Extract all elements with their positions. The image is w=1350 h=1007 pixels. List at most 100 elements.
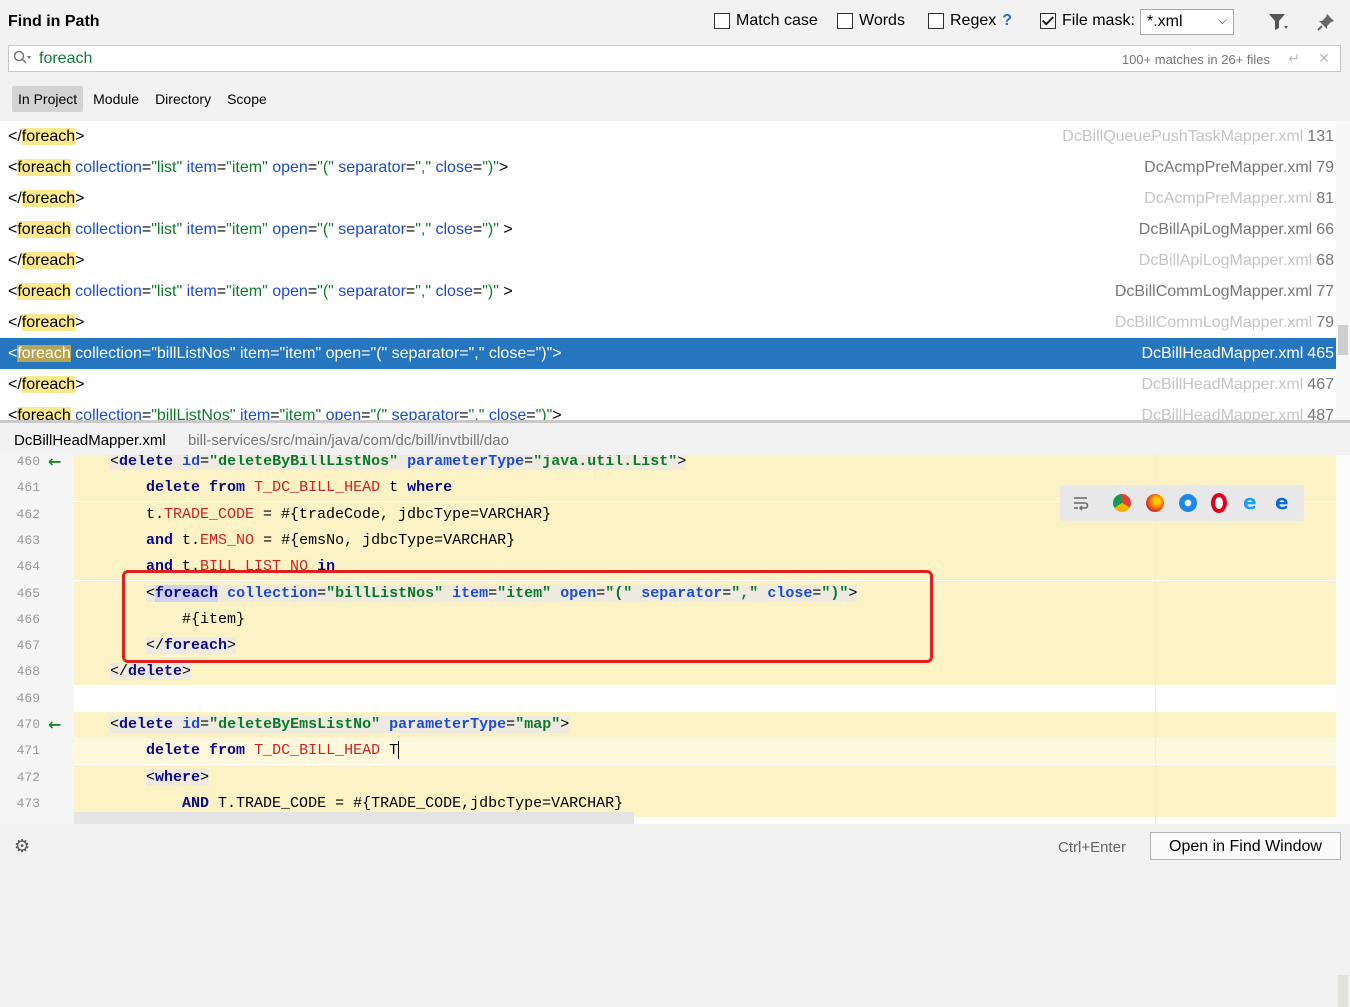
safari-icon[interactable]: [1179, 494, 1197, 512]
filter-icon[interactable]: [1268, 12, 1290, 37]
attr-value: "(": [370, 345, 388, 362]
match-highlight: foreach: [17, 283, 71, 300]
result-row[interactable]: <foreach collection="billListNos" item="…: [0, 400, 1336, 420]
search-icon[interactable]: [13, 50, 33, 69]
results-scrollbar[interactable]: [1336, 121, 1350, 420]
clear-icon[interactable]: ✕: [1318, 50, 1330, 67]
line-highlight: [74, 659, 1350, 686]
wrap-icon[interactable]: [1072, 494, 1090, 512]
line-number: 473: [16, 795, 40, 811]
regex-help-link[interactable]: ?: [1002, 12, 1012, 30]
attr-value: "list": [151, 221, 183, 238]
opera-icon[interactable]: [1211, 493, 1227, 513]
code-text: t.TRADE_CODE = #{tradeCode, jdbcType=VAR…: [74, 505, 552, 523]
code-line[interactable]: 468 </delete>: [0, 659, 1350, 686]
result-location: DcBillHeadMapper.xml 467: [1141, 369, 1334, 400]
editor-scrollbar[interactable]: [1336, 455, 1350, 1007]
line-highlight: [74, 764, 1350, 791]
attr-name: open: [272, 221, 308, 238]
words-checkbox[interactable]: [837, 13, 853, 29]
tab-scope[interactable]: Scope: [221, 86, 273, 112]
result-file-name: DcAcmpPreMapper.xml: [1144, 159, 1313, 176]
match-highlight: foreach: [21, 376, 76, 393]
code-line[interactable]: 463 and t.EMS_NO = #{emsNo, jdbcType=VAR…: [0, 527, 1350, 554]
result-line-number: 131: [1307, 128, 1334, 145]
result-row[interactable]: </foreach> DcAcmpPreMapper.xml 81: [0, 183, 1336, 214]
code-line[interactable]: 471 delete from T_DC_BILL_HEAD T: [0, 738, 1350, 765]
result-line-number: 465: [1307, 345, 1334, 362]
line-number: 464: [16, 559, 40, 575]
result-row[interactable]: </foreach> DcBillHeadMapper.xml 467: [0, 369, 1336, 400]
pin-icon[interactable]: [1316, 12, 1336, 37]
result-row[interactable]: </foreach> DcBillQueuePushTaskMapper.xml 1…: [0, 121, 1336, 152]
result-code: <foreach collection="list" item="item" o…: [8, 221, 513, 238]
gear-icon[interactable]: ⚙: [14, 836, 30, 857]
file-mask-option[interactable]: File mask:: [1040, 12, 1135, 30]
new-line-icon[interactable]: ↵: [1288, 50, 1300, 67]
footer-bar: ⚙ Ctrl+Enter Open in Find Window: [0, 824, 1350, 869]
tab-directory[interactable]: Directory: [149, 86, 217, 112]
result-file-name: DcBillApiLogMapper.xml: [1138, 252, 1313, 269]
result-row[interactable]: <foreach collection="list" item="item" o…: [0, 152, 1336, 183]
open-in-find-window-button[interactable]: Open in Find Window: [1150, 832, 1341, 860]
attr-name: open: [272, 283, 308, 300]
code-text: </delete>: [110, 663, 192, 681]
match-case-option[interactable]: Match case: [714, 12, 818, 30]
code-text: <delete id="deleteByEmsListNo" parameter…: [110, 716, 570, 733]
result-row[interactable]: <foreach collection="list" item="item" o…: [0, 276, 1336, 307]
attr-name: separator: [391, 407, 460, 420]
result-row[interactable]: </foreach> DcBillApiLogMapper.xml 68: [0, 245, 1336, 276]
line-number: 461: [16, 480, 40, 496]
attr-name: open: [272, 159, 308, 176]
code-text: <delete id="deleteByBillListNos" paramet…: [110, 455, 687, 470]
attr-value: "item": [279, 345, 322, 362]
shortcut-hint: Ctrl+Enter: [1058, 839, 1126, 856]
attr-name: collection: [75, 159, 142, 176]
attr-value: "item": [226, 159, 268, 176]
match-highlight: foreach: [17, 221, 71, 238]
results-scrollbar-thumb[interactable]: [1338, 325, 1348, 355]
implementation-arrow-icon[interactable]: ←: [48, 455, 61, 475]
search-input[interactable]: foreach: [39, 50, 92, 68]
result-location: DcBillQueuePushTaskMapper.xml 131: [1062, 121, 1334, 152]
firefox-icon[interactable]: [1146, 494, 1164, 512]
line-number: 472: [16, 769, 40, 785]
edge-icon[interactable]: e: [1275, 490, 1289, 514]
match-case-checkbox[interactable]: [714, 13, 730, 29]
attr-value: "(": [317, 159, 334, 176]
code-line[interactable]: 472 <where>: [0, 764, 1350, 791]
editor-scrollbar-thumb[interactable]: [1338, 975, 1348, 1007]
attr-value: ",": [415, 159, 432, 176]
chrome-icon[interactable]: [1113, 494, 1131, 512]
editor-horizontal-scrollbar[interactable]: [74, 812, 634, 824]
result-location: DcAcmpPreMapper.xml 81: [1144, 183, 1334, 214]
code-line[interactable]: 469: [0, 686, 1350, 712]
tab-in-project[interactable]: In Project: [12, 86, 84, 112]
file-mask-checkbox[interactable]: [1040, 13, 1056, 29]
result-file-name: DcAcmpPreMapper.xml: [1144, 190, 1313, 207]
result-location: DcBillCommLogMapper.xml 77: [1115, 276, 1334, 307]
result-file-name: DcBillCommLogMapper.xml: [1114, 283, 1313, 300]
result-row[interactable]: <foreach collection="list" item="item" o…: [0, 214, 1336, 245]
result-code: </foreach>: [8, 314, 85, 331]
result-line-number: 66: [1316, 221, 1334, 238]
regex-option[interactable]: Regex ?: [928, 12, 1012, 30]
attr-value: "(": [317, 221, 334, 238]
attr-value: "(": [370, 407, 388, 420]
tab-module[interactable]: Module: [87, 86, 145, 112]
words-option[interactable]: Words: [837, 12, 905, 30]
file-mask-dropdown[interactable]: *.xml ⌵: [1140, 9, 1234, 35]
internet-explorer-icon[interactable]: e: [1243, 490, 1257, 514]
code-line[interactable]: 470 ← <delete id="deleteByEmsListNo" para…: [0, 712, 1350, 738]
result-row[interactable]: <foreach collection="billListNos" item="…: [0, 338, 1336, 369]
result-code: </foreach>: [8, 190, 85, 207]
browser-toolbar: e e: [1060, 485, 1304, 521]
implementation-arrow-icon[interactable]: ←: [48, 712, 61, 738]
line-number: 465: [16, 585, 40, 601]
result-line-number: 81: [1316, 190, 1334, 207]
search-field[interactable]: foreach 100+ matches in 26+ files ↵ ✕: [8, 45, 1341, 72]
regex-checkbox[interactable]: [928, 13, 944, 29]
attr-name: separator: [338, 283, 406, 300]
code-line[interactable]: 460 ← <delete id="deleteByBillListNos" pa…: [0, 455, 1350, 475]
result-row[interactable]: </foreach> DcBillCommLogMapper.xml 79: [0, 307, 1336, 338]
